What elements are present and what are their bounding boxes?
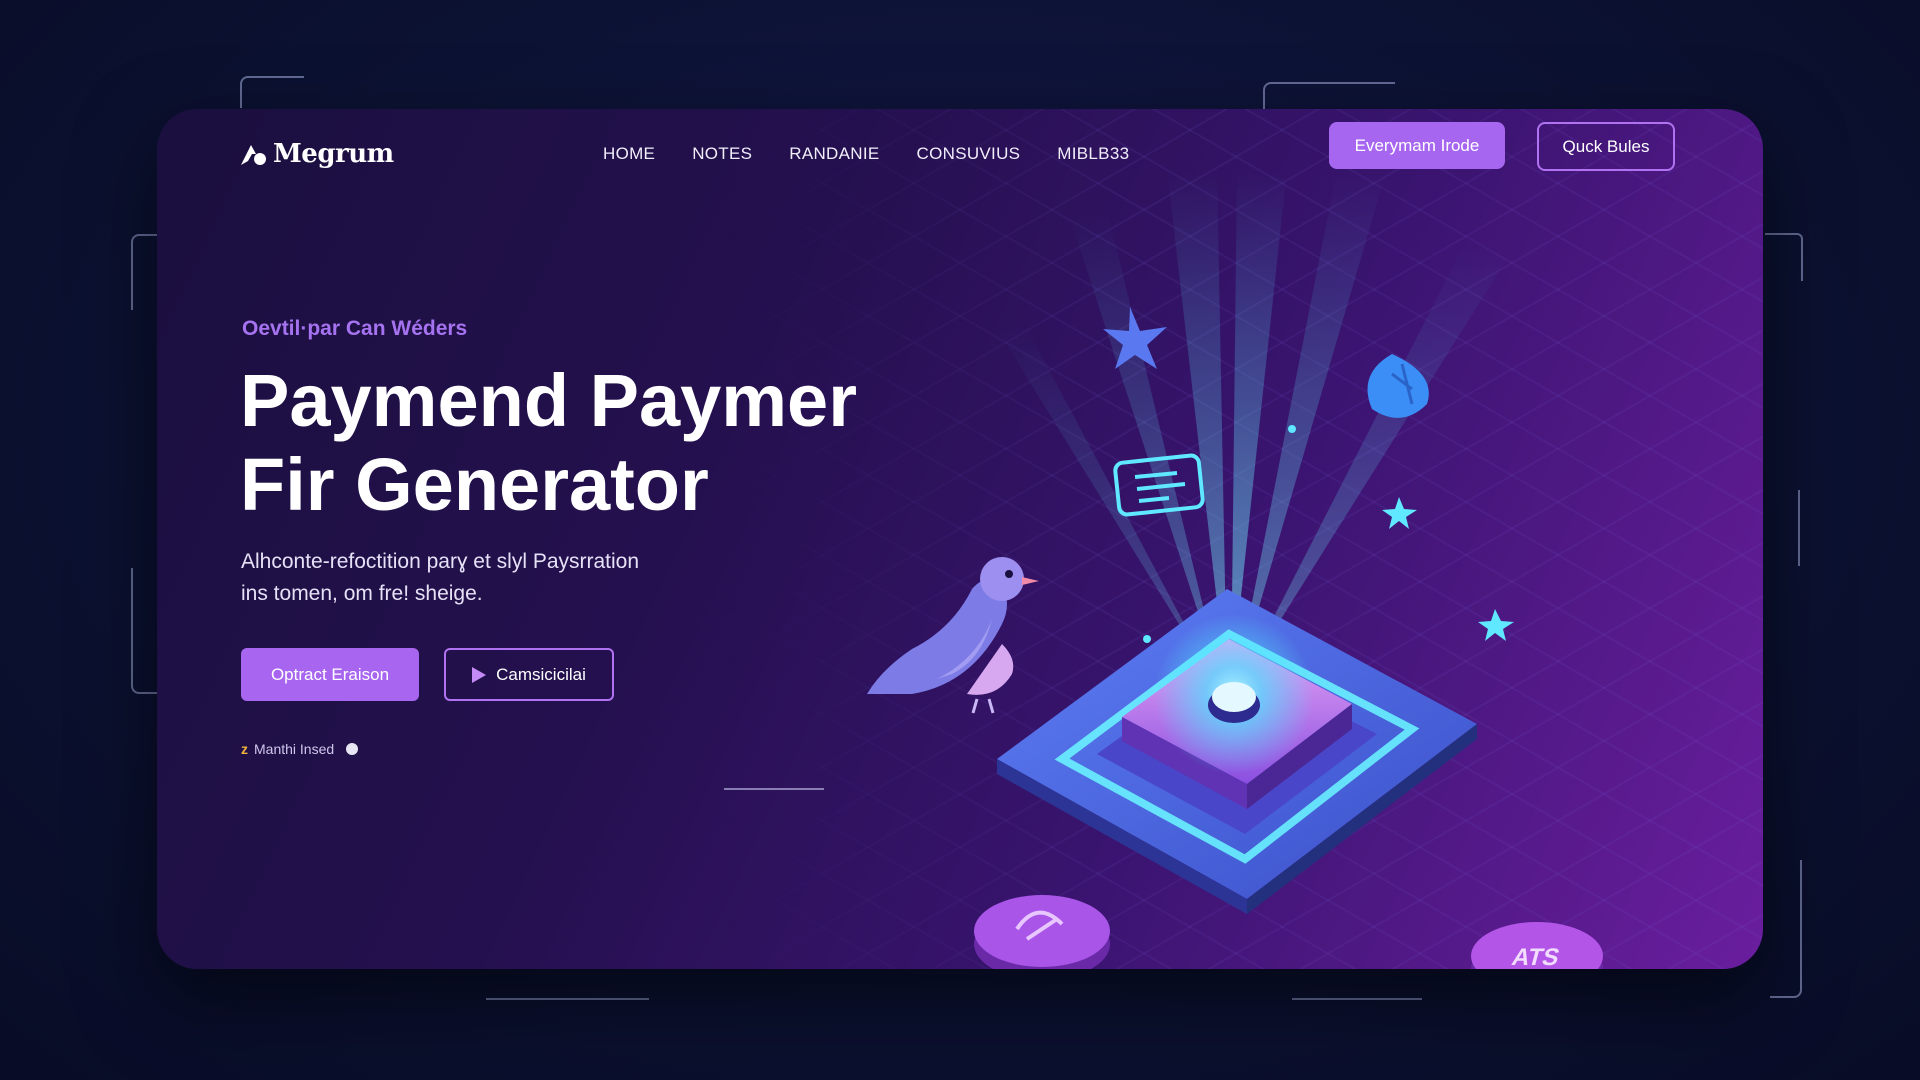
hero-description: Alhconte-refoctition parɣ et slyl Paysrr… — [241, 546, 721, 610]
divider-line — [724, 788, 824, 790]
hero-card: Megrum HOME NOTES RANDANIE CONSUVIUS MIB… — [157, 109, 1763, 969]
chip-icon — [997, 589, 1477, 914]
frame-line — [1798, 490, 1800, 566]
header-secondary-button[interactable]: Quck Bules — [1537, 122, 1675, 171]
hero-desc-line1: Alhconte-refoctition parɣ et slyl Paysrr… — [241, 550, 640, 573]
bird-icon — [867, 557, 1039, 714]
header-primary-button[interactable]: Everymam Irode — [1329, 122, 1505, 169]
hero-eyebrow: Oevtil·par Can Wéders — [242, 317, 468, 340]
nav-item-notes[interactable]: NOTES — [692, 144, 752, 164]
nav-item-randanie[interactable]: RANDANIE — [789, 144, 879, 164]
nav-item-home[interactable]: HOME — [603, 144, 655, 164]
hero-desc-line2: ins tomen, om fre! sheige. — [241, 582, 483, 605]
primary-cta-button[interactable]: Optract Eraison — [241, 648, 419, 701]
mountain-logo-icon — [241, 145, 266, 165]
right-badge: ATS — [1471, 922, 1603, 969]
frame-line — [131, 568, 157, 694]
nav-item-consuvius[interactable]: CONSUVIUS — [917, 144, 1021, 164]
frame-line — [486, 998, 649, 1000]
main-nav: HOME NOTES RANDANIE CONSUVIUS MIBLB33 — [603, 134, 1129, 174]
frame-line — [131, 234, 157, 310]
frame-line — [1292, 998, 1422, 1000]
nav-item-miblb33[interactable]: MIBLB33 — [1057, 144, 1129, 164]
frame-line — [240, 76, 304, 108]
secondary-cta-label: Camsicicilai — [496, 664, 586, 684]
secondary-cta-button[interactable]: Camsicicilai — [444, 648, 614, 701]
brand-logo[interactable]: Megrum — [239, 129, 394, 179]
brand-name: Megrum — [273, 139, 394, 169]
hero-illustration: ATS — [867, 169, 1603, 969]
status-dot — [346, 743, 359, 755]
hero-meta: z Manthi Insed — [241, 741, 359, 757]
frame-line — [1770, 860, 1802, 998]
hero-title-line1: Paymend Paymer — [240, 359, 858, 442]
lightning-icon: z — [241, 741, 248, 757]
left-badge — [974, 895, 1110, 969]
hero-title-line2: Fir Generator — [240, 443, 709, 526]
frame-line — [1765, 233, 1803, 281]
play-icon — [472, 666, 487, 683]
meta-text: Manthi Insed — [254, 741, 335, 757]
frame-line — [1263, 82, 1395, 109]
right-badge-label: ATS — [1509, 944, 1562, 969]
